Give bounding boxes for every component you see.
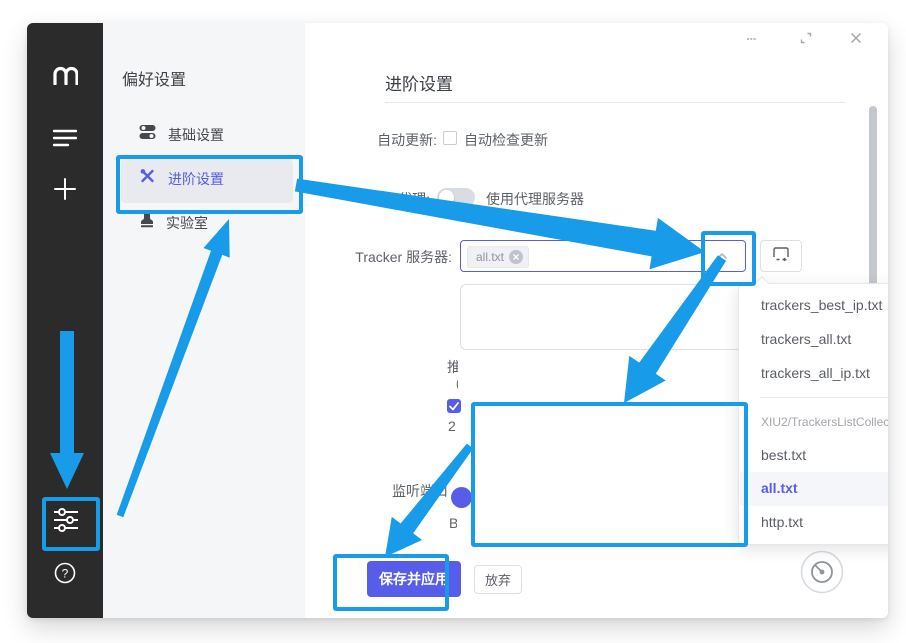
auto-update-checkbox[interactable] [443,131,457,145]
dropdown-item-selected[interactable]: all.txt [761,480,798,496]
sidebar-item-label: 实验室 [166,213,208,233]
advanced-settings-pane: 进阶设置 自动更新: 自动检查更新 代理: 使用代理服务器 Tracker 服务… [305,23,888,618]
page-title: 进阶设置 [385,70,453,95]
settings-sliders-icon[interactable] [52,508,80,537]
listen-port-badge-fragment [451,487,472,508]
sync-checkbox-fragment [447,399,461,413]
sidebar-item-basic-settings[interactable]: 基础设置 [139,124,224,145]
app-window: ? 偏好设置 基础设置 [27,23,888,618]
chevron-up-icon[interactable] [714,248,730,269]
preferences-panel: 偏好设置 基础设置 进阶设置 [103,23,305,618]
tracker-tag-label: all.txt [476,250,504,264]
proxy-label: 代理: [307,189,430,209]
discard-button[interactable]: 放弃 [474,565,522,594]
listen-port-label: 监听端口 [392,481,448,501]
count-fragment: 2 [448,418,458,434]
sidebar-item-advanced-settings[interactable]: 进阶设置 [139,168,224,189]
dropdown-divider [760,397,888,398]
save-apply-button[interactable]: 保存并应用 [367,561,461,597]
task-list-icon[interactable] [53,129,77,152]
sidebar-item-label: 基础设置 [168,125,224,145]
dropdown-item[interactable]: trackers_all_ip.txt [761,365,870,381]
tracker-tag: all.txt [467,246,529,268]
help-icon[interactable]: ? [54,562,76,589]
add-task-icon[interactable] [54,178,76,205]
proxy-switch-label: 使用代理服务器 [486,189,584,209]
switch-knob [439,190,454,205]
proxy-switch[interactable] [437,188,475,207]
hint-fragment-left2: （ [447,375,458,395]
dropdown-item[interactable]: http.txt [761,514,803,530]
tag-close-icon[interactable] [509,250,523,264]
sidebar-item-label: 进阶设置 [168,169,224,189]
dropdown-group-label: XIU2/TrackersListCollection [761,415,888,429]
tools-icon [139,168,156,189]
sync-trackers-button[interactable] [760,240,802,272]
auto-update-label: 自动更新: [307,130,437,150]
toggles-icon [139,124,156,145]
close-button[interactable] [844,26,868,50]
maximize-button[interactable] [794,26,818,50]
tracker-server-label: Tracker 服务器: [307,247,452,267]
dropdown-item[interactable]: trackers_all.txt [761,331,851,347]
sync-icon [772,246,790,267]
dropdown-item[interactable]: trackers_best_ip.txt [761,297,882,313]
hint-fragment-left1: 推 [447,357,458,377]
tracker-dropdown: trackers_best_ip.txt trackers_all.txt tr… [738,283,888,545]
speed-gauge-icon[interactable] [800,550,844,599]
lab-stamp-icon [140,212,154,233]
sidebar-item-lab[interactable]: 实验室 [140,212,208,233]
svg-text:?: ? [62,567,69,581]
letter-fragment: B [449,515,457,531]
preferences-title: 偏好设置 [122,66,186,90]
minimize-button[interactable] [740,26,764,50]
auto-update-checkbox-label: 自动检查更新 [464,130,548,150]
motrix-logo-icon [52,65,78,90]
title-divider [385,102,846,103]
dropdown-item[interactable]: best.txt [761,447,806,463]
app-sidebar: ? [27,23,103,618]
